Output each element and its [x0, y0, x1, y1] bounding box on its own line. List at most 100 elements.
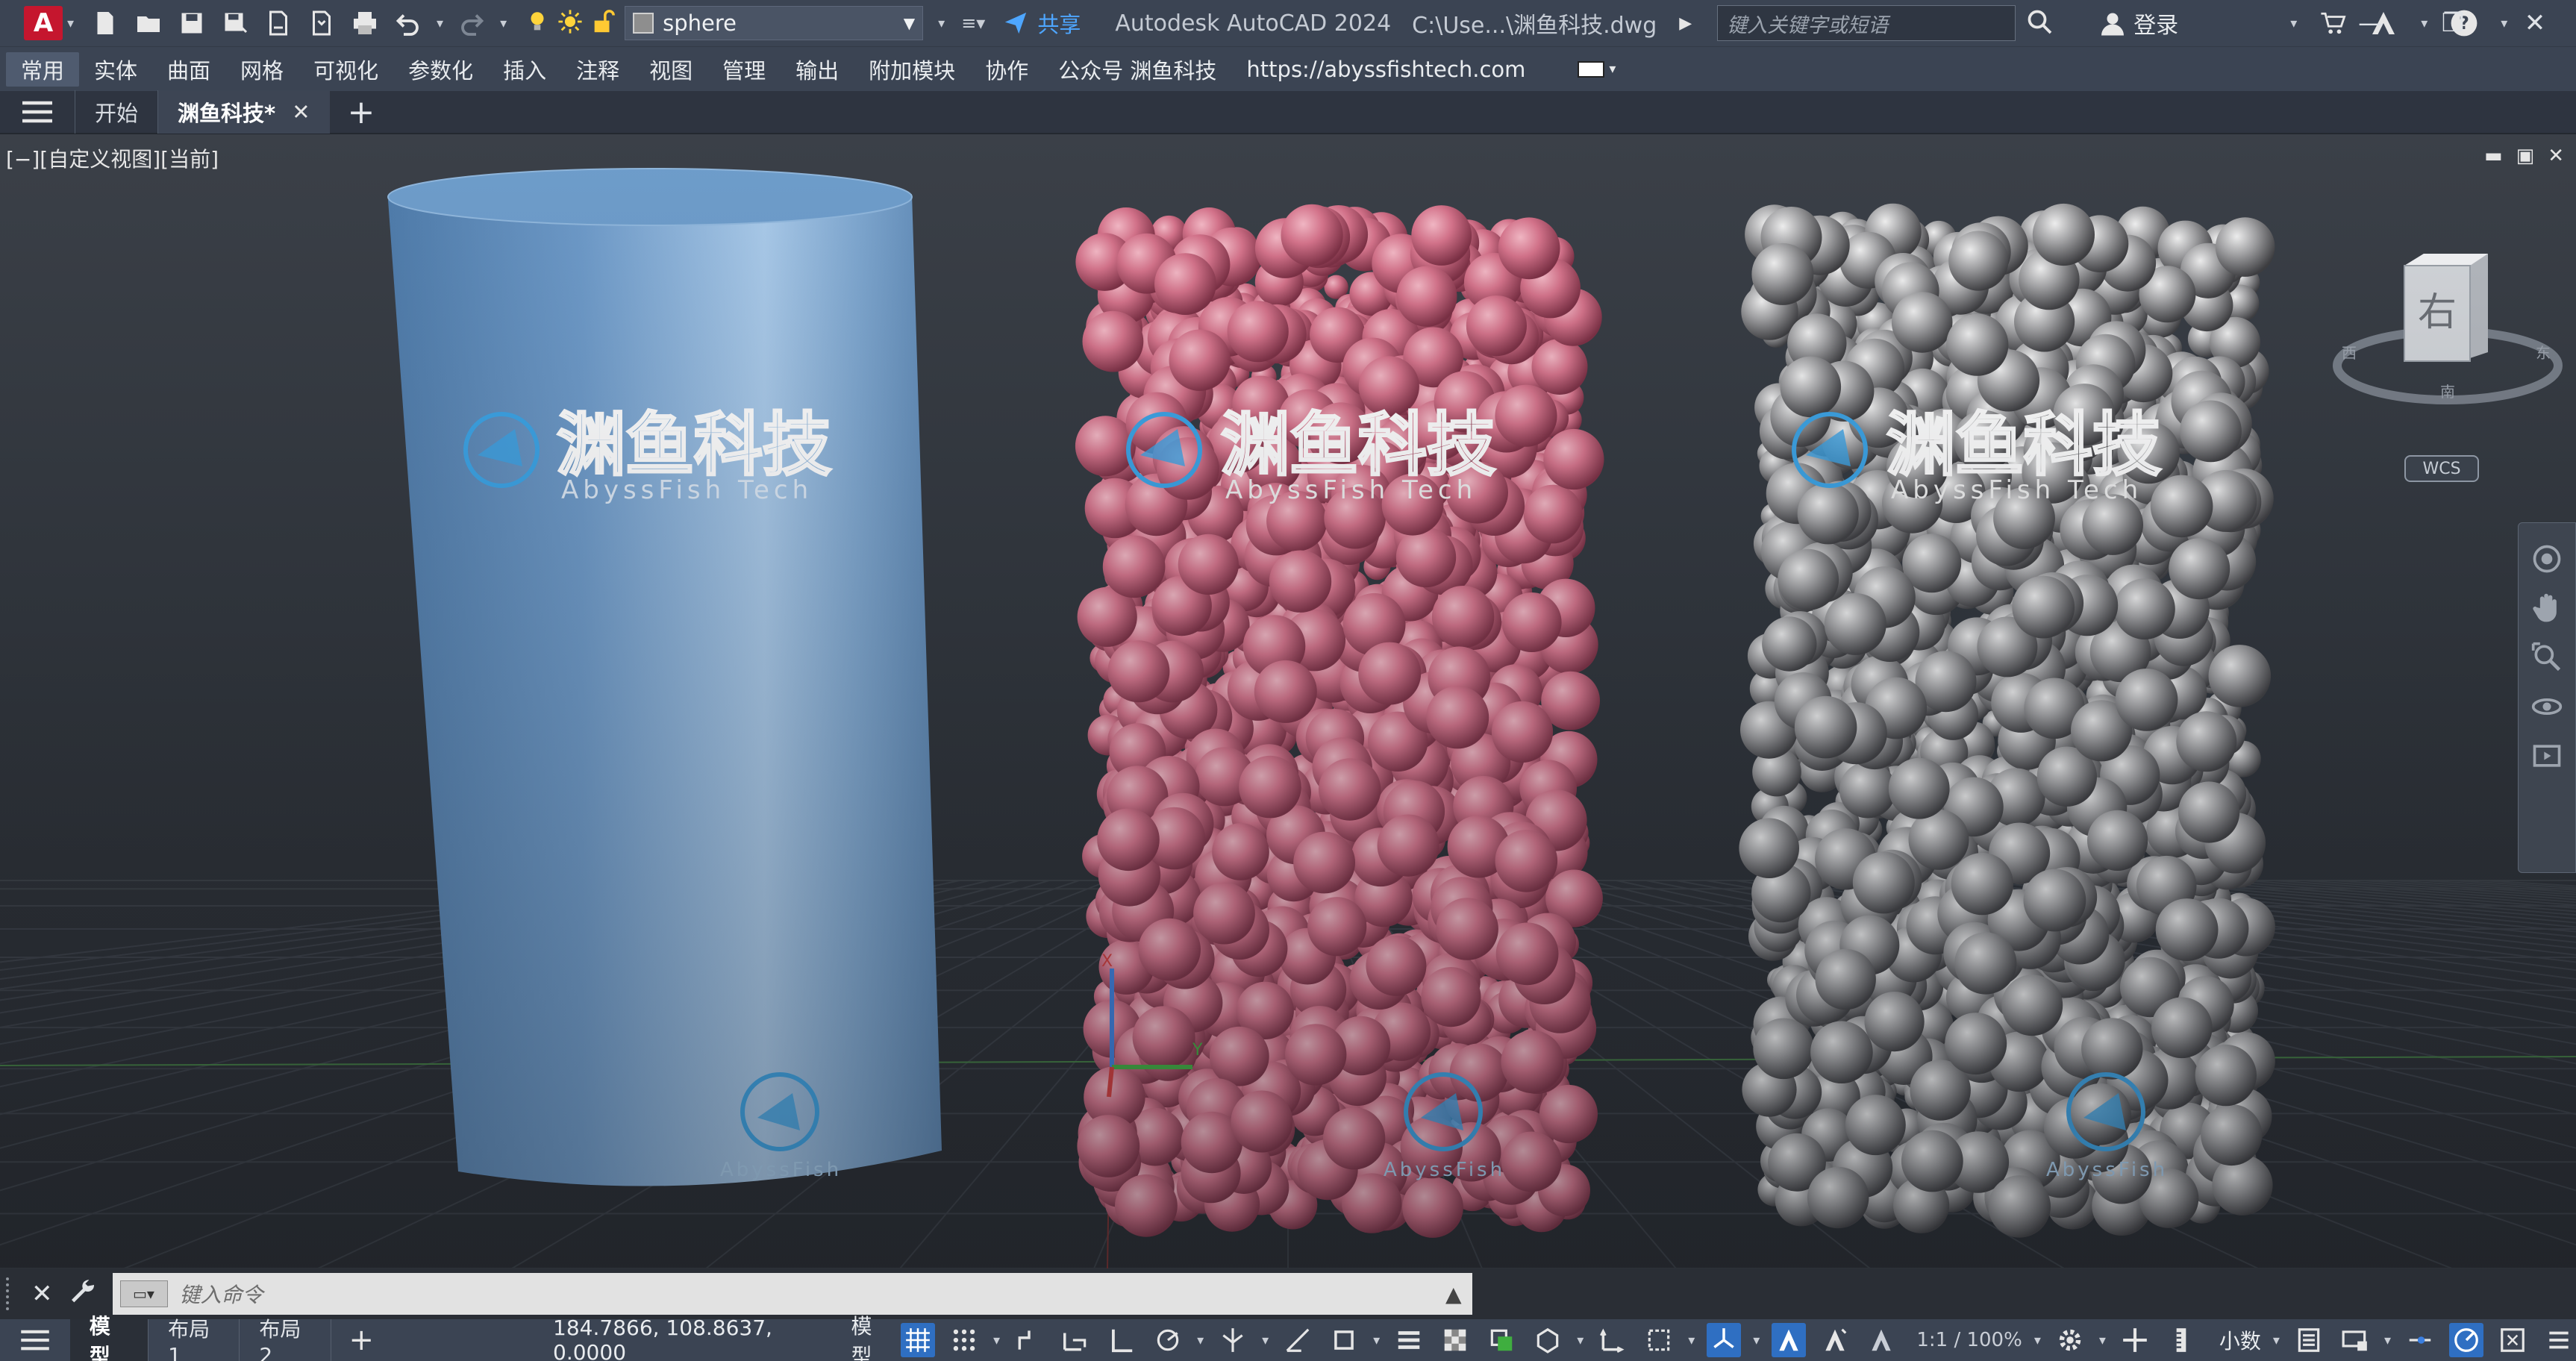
workspace-dropdown-icon[interactable]: ▾: [2099, 1333, 2106, 1348]
customize-qat-icon[interactable]: ≡▾: [961, 13, 985, 34]
snap-dropdown-icon[interactable]: ▾: [993, 1333, 1000, 1348]
isolate-objects-icon[interactable]: [2403, 1323, 2437, 1357]
osnap-dropdown-icon[interactable]: ▾: [1373, 1333, 1380, 1348]
lock-dropdown-icon[interactable]: ▾: [2384, 1333, 2391, 1348]
redo-icon[interactable]: [457, 8, 487, 38]
showmotion-icon[interactable]: [2530, 739, 2563, 772]
undo-icon[interactable]: [393, 8, 423, 38]
hardware-acceleration-icon[interactable]: [2449, 1323, 2484, 1357]
compass-east[interactable]: 东: [2536, 344, 2551, 362]
layer-on-bulb-icon[interactable]: [525, 9, 550, 37]
layer-thaw-sun-icon[interactable]: [557, 9, 583, 37]
layer-dropdown[interactable]: sphere ▼: [625, 6, 924, 40]
save-as-icon[interactable]: [220, 8, 250, 38]
expand-arrow-icon[interactable]: ▶: [1679, 14, 1692, 33]
tab-model[interactable]: 模型: [69, 1314, 149, 1361]
command-history-expand-icon[interactable]: ▲: [1445, 1282, 1462, 1307]
share-button[interactable]: 共享: [1001, 7, 1081, 39]
transparency-icon[interactable]: [1438, 1323, 1472, 1357]
layout-tabs-menu-icon[interactable]: [0, 1329, 70, 1351]
lineweight-icon[interactable]: [1392, 1323, 1426, 1357]
menu-item-7[interactable]: 注释: [561, 52, 634, 87]
menu-item-14[interactable]: https://abyssfishtech.com: [1231, 52, 1540, 87]
viewport-close-button[interactable]: ✕: [2548, 145, 2564, 167]
3d-object-snap-icon[interactable]: [1531, 1323, 1565, 1357]
pink-sphere-packing[interactable]: [1075, 204, 1604, 1238]
command-line-close-button[interactable]: ✕: [31, 1279, 53, 1309]
tab-start[interactable]: 开始: [75, 90, 157, 134]
recent-commands-button[interactable]: ▭▾: [119, 1280, 168, 1307]
annotation-scale-value[interactable]: 1:1 / 100%: [1916, 1329, 2022, 1351]
quick-properties-icon[interactable]: [2292, 1323, 2326, 1357]
search-input[interactable]: 键入关键字或短语: [1717, 5, 2016, 41]
polar-tracking-icon[interactable]: [1151, 1323, 1185, 1357]
coordinates-readout[interactable]: 184.7866, 108.8637, 0.0000: [553, 1315, 834, 1361]
command-input[interactable]: ▭▾ 键入命令 ▲: [112, 1273, 1472, 1315]
layer-unlock-icon[interactable]: [590, 9, 616, 37]
grid-display-icon[interactable]: [901, 1323, 936, 1357]
ribbon-display-toggle[interactable]: ▾: [1578, 60, 1616, 78]
menu-item-11[interactable]: 附加模块: [854, 52, 970, 87]
sign-in-dropdown-icon[interactable]: ▾: [2290, 16, 2297, 31]
viewport-minimize-button[interactable]: ▬: [2484, 145, 2503, 167]
isodraft-dropdown-icon[interactable]: ▾: [1262, 1333, 1269, 1348]
tab-close-icon[interactable]: ✕: [292, 99, 310, 125]
compass-west[interactable]: 西: [2342, 344, 2357, 362]
orbit-icon[interactable]: [2530, 690, 2563, 723]
units-icon[interactable]: [2164, 1323, 2198, 1357]
isodraft-icon[interactable]: [1216, 1323, 1250, 1357]
menu-item-13[interactable]: 公众号 渊鱼科技: [1043, 52, 1231, 87]
viewport-restore-button[interactable]: ▣: [2516, 145, 2535, 167]
new-file-icon[interactable]: [90, 8, 120, 38]
menu-item-6[interactable]: 插入: [488, 52, 561, 87]
dynamic-input-icon[interactable]: [1058, 1323, 1092, 1357]
selection-cycling-icon[interactable]: [1484, 1323, 1519, 1357]
gizmo-icon[interactable]: [1707, 1323, 1742, 1357]
selection-filter-icon[interactable]: [1642, 1323, 1676, 1357]
wcs-menu-button[interactable]: WCS: [2404, 455, 2479, 482]
command-customize-wrench-icon[interactable]: [68, 1277, 98, 1310]
autocad-logo[interactable]: A: [24, 6, 63, 40]
3d-osnap-dropdown-icon[interactable]: ▾: [1577, 1333, 1584, 1348]
layer-more-dropdown-icon[interactable]: ▾: [938, 16, 945, 31]
new-layout-button[interactable]: +: [349, 1323, 375, 1357]
auto-scale-icon[interactable]: [1818, 1323, 1852, 1357]
new-tab-button[interactable]: +: [348, 93, 375, 131]
annotation-visibility-icon[interactable]: [1772, 1323, 1807, 1357]
print-icon[interactable]: [350, 8, 380, 38]
tab-layout1[interactable]: 布局1: [149, 1317, 240, 1361]
workspace-gear-icon[interactable]: [2053, 1323, 2087, 1357]
save-icon[interactable]: [177, 8, 207, 38]
minimize-button[interactable]: —: [2330, 0, 2412, 46]
app-menu-caret-icon[interactable]: ▾: [67, 16, 74, 31]
cylinder-solid[interactable]: [387, 168, 942, 1186]
model-space-toggle[interactable]: 模型: [851, 1310, 890, 1361]
annotation-scale-icon[interactable]: [1864, 1323, 1898, 1357]
polar-dropdown-icon[interactable]: ▾: [1197, 1333, 1204, 1348]
steering-wheel-icon[interactable]: [2530, 542, 2563, 575]
search-icon[interactable]: [2026, 8, 2053, 38]
filter-dropdown-icon[interactable]: ▾: [1688, 1333, 1695, 1348]
menu-item-2[interactable]: 曲面: [152, 52, 225, 87]
snap-mode-icon[interactable]: [947, 1323, 981, 1357]
save-web-icon[interactable]: [307, 8, 337, 38]
command-line-grip[interactable]: [6, 1277, 19, 1310]
open-folder-icon[interactable]: [134, 8, 163, 38]
undo-dropdown-icon[interactable]: ▾: [437, 16, 443, 31]
units-value[interactable]: 小数: [2219, 1325, 2261, 1355]
customization-menu-icon[interactable]: [2542, 1323, 2576, 1357]
clean-screen-icon[interactable]: [2495, 1323, 2530, 1357]
annotation-monitor-icon[interactable]: [2118, 1323, 2152, 1357]
units-dropdown-icon[interactable]: ▾: [2273, 1333, 2280, 1348]
tab-layout2[interactable]: 布局2: [240, 1317, 331, 1361]
sign-in-button[interactable]: 登录: [2099, 7, 2178, 40]
menu-item-4[interactable]: 可视化: [298, 52, 393, 87]
lock-ui-icon[interactable]: [2338, 1323, 2372, 1357]
menu-item-8[interactable]: 视图: [634, 52, 707, 87]
gizmo-dropdown-icon[interactable]: ▾: [1753, 1333, 1760, 1348]
viewcube[interactable]: 右 西 东 南: [2333, 254, 2563, 404]
menu-item-9[interactable]: 管理: [707, 52, 781, 87]
file-tabs-menu-icon[interactable]: [0, 100, 75, 124]
open-web-icon[interactable]: [263, 8, 293, 38]
menu-item-10[interactable]: 输出: [781, 52, 854, 87]
